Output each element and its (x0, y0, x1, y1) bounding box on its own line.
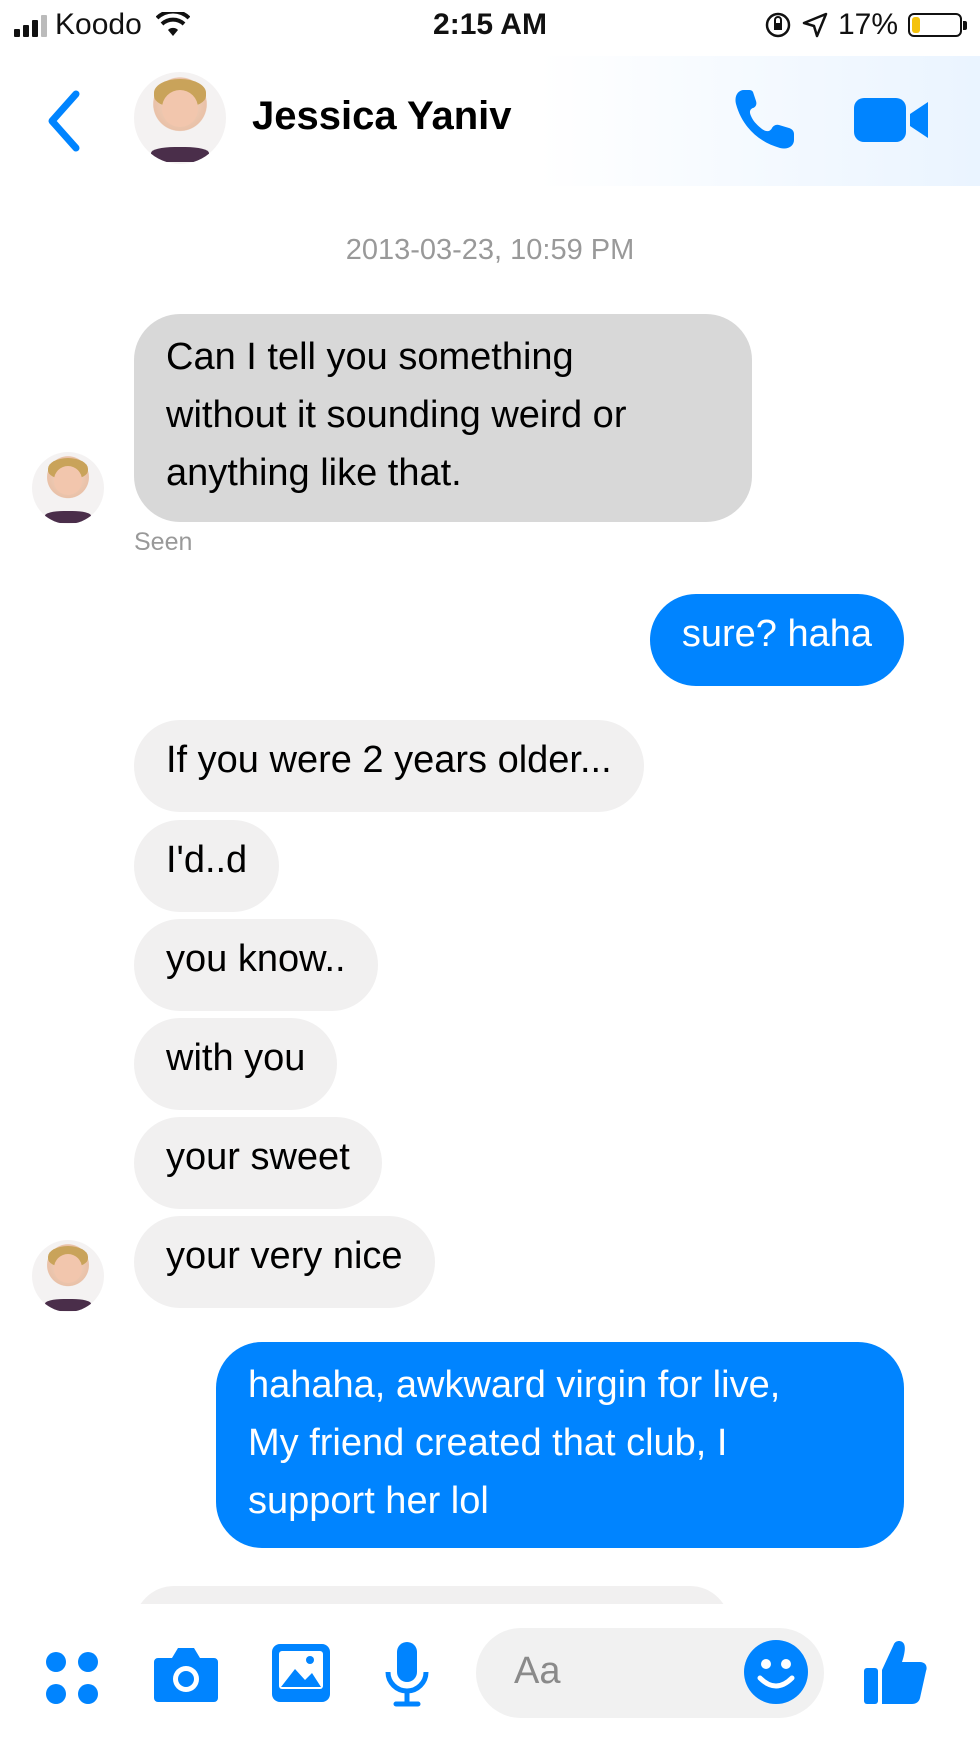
message-line: Can I tell you something (166, 336, 574, 378)
message-line: anything like that. (166, 452, 462, 494)
message-line: My friend created that club, I (248, 1422, 728, 1464)
conversation-timestamp: 2013-03-23, 10:59 PM (345, 234, 635, 266)
apps-grid-icon[interactable] (44, 1650, 100, 1706)
status-bar: Koodo 2:15 AM 17% (0, 0, 980, 56)
message-bubble-incoming[interactable]: your very nice (134, 1216, 435, 1308)
emoji-icon[interactable] (742, 1638, 810, 1706)
phone-icon[interactable] (730, 84, 800, 154)
message-line: your very nice (166, 1235, 403, 1277)
message-line: support her lol (248, 1480, 489, 1522)
battery-icon (908, 13, 967, 37)
location-arrow-icon (802, 12, 828, 38)
message-line: I'd..d (166, 839, 248, 881)
camera-icon[interactable] (152, 1644, 220, 1704)
message-input-placeholder: Aa (514, 1650, 561, 1692)
back-button[interactable] (40, 86, 90, 156)
message-line: with you (166, 1037, 306, 1079)
message-line: you know.. (166, 938, 346, 980)
microphone-icon[interactable] (382, 1640, 432, 1710)
message-bubble-incoming[interactable]: your sweet (134, 1117, 382, 1209)
message-input[interactable]: Aa (476, 1628, 824, 1718)
conversation-header: Jessica Yaniv (0, 56, 980, 186)
message-bubble-outgoing[interactable]: sure? haha (649, 594, 904, 686)
message-line: If you were 2 years older... (166, 739, 612, 781)
message-line: without it sounding weird or (166, 394, 627, 436)
message-bubble-incoming[interactable]: with you (134, 1018, 338, 1110)
message-line: your sweet (166, 1136, 350, 1178)
video-camera-icon[interactable] (852, 92, 930, 148)
thumbs-up-icon[interactable] (862, 1638, 928, 1708)
battery-level-fill (912, 17, 920, 33)
seen-label: Seen (134, 528, 193, 556)
contact-name[interactable]: Jessica Yaniv (252, 94, 512, 139)
message-bubble-incoming[interactable]: If you were 2 years older... (134, 720, 644, 812)
sender-avatar[interactable] (32, 1240, 104, 1312)
composer-bar: Aa (0, 1604, 980, 1743)
message-bubble-incoming[interactable]: I'd..d (134, 820, 280, 912)
message-line: hahaha, awkward virgin for live, (248, 1364, 781, 1406)
contact-avatar[interactable] (134, 72, 226, 164)
message-line: sure? haha (681, 613, 872, 655)
message-bubble-outgoing[interactable]: hahaha, awkward virgin for live, My frie… (216, 1342, 904, 1548)
message-bubble-incoming[interactable]: you know.. (134, 919, 378, 1011)
orientation-lock-icon (765, 12, 791, 38)
sender-avatar[interactable] (32, 452, 104, 524)
gallery-icon[interactable] (270, 1642, 332, 1704)
status-right: 17% (764, 8, 967, 42)
message-bubble-incoming[interactable]: Can I tell you something without it soun… (134, 314, 752, 522)
battery-percent: 17% (837, 8, 898, 41)
